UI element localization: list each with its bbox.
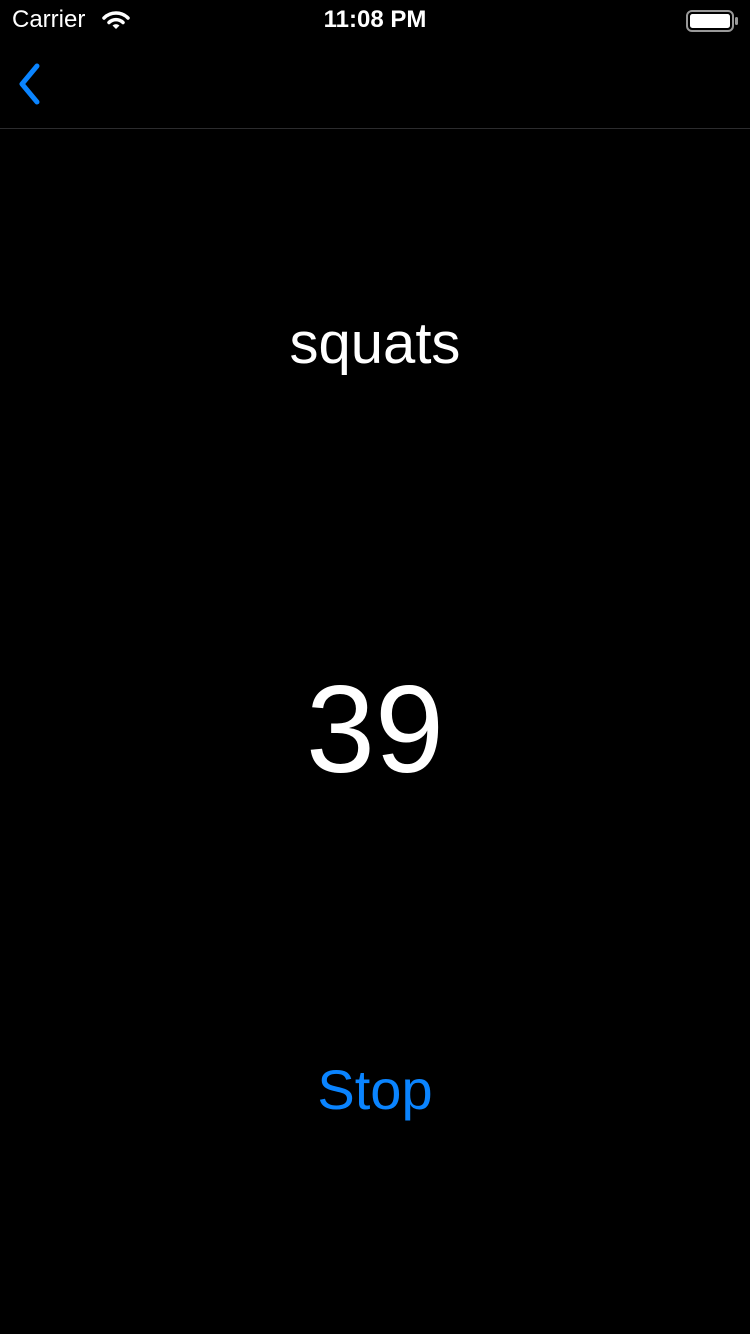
chevron-left-icon [19,63,40,105]
status-bar: Carrier 11:08 PM [0,0,750,40]
exercise-name-label: squats [289,311,461,376]
back-button[interactable] [8,54,56,114]
stop-button[interactable]: Stop [275,1050,475,1130]
navigation-bar [0,40,750,129]
status-time: 11:08 PM [323,6,427,33]
battery-icon [686,10,738,32]
rep-count-label: 39 [306,661,444,799]
